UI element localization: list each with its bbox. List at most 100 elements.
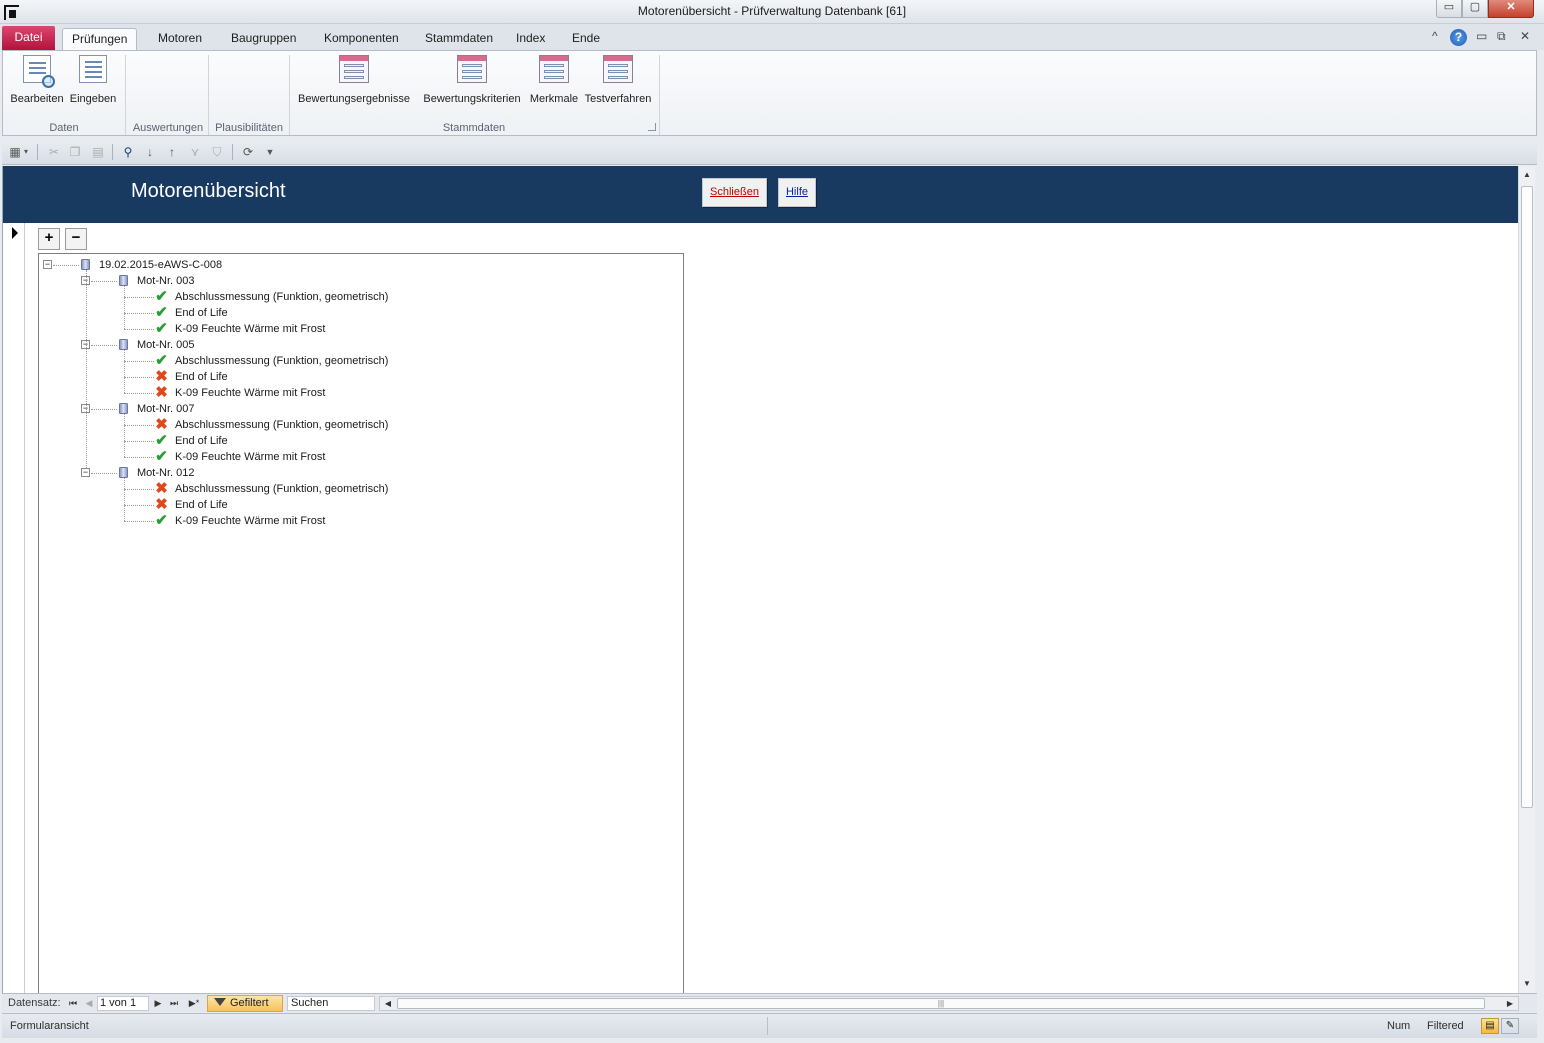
tree-connector xyxy=(124,521,154,522)
new-record-icon[interactable]: ▶* xyxy=(185,996,203,1010)
merkmale-button[interactable]: Merkmale xyxy=(527,55,581,105)
motor-node[interactable]: − Mot-Nr. 012 xyxy=(39,465,639,481)
cross-icon: ✖ xyxy=(155,384,168,401)
test-label: K-09 Feuchte Wärme mit Frost xyxy=(175,451,326,463)
scroll-up-icon[interactable]: ▲ xyxy=(1520,168,1534,182)
sort-ascending-icon[interactable]: ↓ xyxy=(142,144,158,160)
bewertungskriterien-button[interactable]: Bewertungskriterien xyxy=(417,55,527,105)
scroll-down-icon[interactable]: ▼ xyxy=(1520,977,1534,991)
filter-selection-icon[interactable]: ⋎ xyxy=(187,144,203,160)
test-node[interactable]: ✔ K-09 Feuchte Wärme mit Frost xyxy=(39,449,639,465)
collapse-node-icon[interactable]: − xyxy=(81,468,90,477)
test-node[interactable]: ✔ End of Life xyxy=(39,305,639,321)
previous-record-icon[interactable]: ◀ xyxy=(83,996,95,1010)
minimize-icon[interactable]: ▭ xyxy=(1476,29,1487,43)
dialog-launcher-icon[interactable] xyxy=(648,123,656,131)
tab-ende[interactable]: Ende xyxy=(563,28,609,50)
scroll-left-icon[interactable]: ◀ xyxy=(381,997,395,1010)
bearbeiten-button[interactable]: Bearbeiten xyxy=(7,55,67,105)
tree-connector xyxy=(124,350,125,393)
test-node[interactable]: ✖ Abschlussmessung (Funktion, geometrisch… xyxy=(39,481,639,497)
record-position-field[interactable]: 1 von 1 xyxy=(97,996,149,1011)
tab-pruefungen[interactable]: Prüfungen xyxy=(62,28,138,50)
record-label: Datensatz: xyxy=(8,997,61,1009)
test-node[interactable]: ✔ End of Life xyxy=(39,433,639,449)
motor-node[interactable]: − Mot-Nr. 005 xyxy=(39,337,639,353)
tab-stammdaten[interactable]: Stammdaten xyxy=(416,28,502,50)
refresh-icon[interactable]: ⟳ xyxy=(240,144,256,160)
tree-root-row[interactable]: − 19.02.2015-eAWS-C-008 xyxy=(39,257,639,273)
checkmark-icon: ✔ xyxy=(155,304,168,321)
copy-icon[interactable]: ❐ xyxy=(67,144,83,160)
test-label: K-09 Feuchte Wärme mit Frost xyxy=(175,387,326,399)
test-label: Abschlussmessung (Funktion, geometrisch) xyxy=(175,483,389,495)
cross-icon: ✖ xyxy=(155,496,168,513)
filter-icon xyxy=(214,998,226,1006)
tree-view[interactable]: −19.02.2015-eAWS-C-008− Mot-Nr. 003 ✔ Absch… xyxy=(38,253,684,998)
tab-index[interactable]: Index xyxy=(507,28,554,50)
help-button[interactable]: Hilfe xyxy=(778,178,816,207)
motor-label: Mot-Nr. 003 xyxy=(137,275,195,287)
find-icon[interactable]: ⚲ xyxy=(120,144,136,160)
motor-node[interactable]: − Mot-Nr. 007 xyxy=(39,401,639,417)
dropdown-icon[interactable]: ▾ xyxy=(21,144,31,160)
database-icon xyxy=(119,403,128,414)
tree-connector xyxy=(124,441,154,442)
first-record-icon[interactable]: ⏮ xyxy=(67,996,79,1010)
tab-komponenten[interactable]: Komponenten xyxy=(315,28,408,50)
paste-icon[interactable]: ▤ xyxy=(90,144,106,160)
testverfahren-button[interactable]: Testverfahren xyxy=(581,55,655,105)
search-input[interactable]: Suchen xyxy=(287,996,375,1011)
eingeben-button[interactable]: Eingeben xyxy=(67,55,119,105)
test-node[interactable]: ✔ Abschlussmessung (Funktion, geometrisch… xyxy=(39,289,639,305)
bewertungskriterien-label: Bewertungskriterien xyxy=(423,93,521,105)
collapse-all-button[interactable]: − xyxy=(65,228,87,250)
filter-toggle-button[interactable]: Gefiltert xyxy=(207,995,283,1012)
window-minimize-button[interactable]: ▭ xyxy=(1436,0,1462,18)
bewertungsergebnisse-button[interactable]: Bewertungsergebnisse xyxy=(293,55,415,105)
quick-access-toolbar: ▦ ▾ ✂ ❐ ▤ ⚲ ↓ ↑ ⋎ ⛉ ⟳ ▼ xyxy=(2,140,1537,165)
help-icon[interactable]: ? xyxy=(1450,29,1467,46)
next-record-icon[interactable]: ▶ xyxy=(152,996,164,1010)
customize-icon[interactable]: ▼ xyxy=(262,144,278,160)
record-selector[interactable] xyxy=(3,223,25,993)
ribbon-tab-bar: Datei Prüfungen Motoren Baugruppen Kompo… xyxy=(0,24,1544,50)
motor-label: Mot-Nr. 012 xyxy=(137,467,195,479)
filter-icon[interactable]: ⛉ xyxy=(209,144,225,160)
test-node[interactable]: ✖ K-09 Feuchte Wärme mit Frost xyxy=(39,385,639,401)
tab-baugruppen[interactable]: Baugruppen xyxy=(222,28,305,50)
horizontal-scroll-thumb[interactable]: ||| xyxy=(397,998,1485,1009)
window-maximize-button[interactable]: ▢ xyxy=(1462,0,1488,18)
test-node[interactable]: ✖ End of Life xyxy=(39,369,639,385)
scroll-thumb[interactable] xyxy=(1521,186,1533,808)
tree-root-label: 19.02.2015-eAWS-C-008 xyxy=(99,259,223,271)
close-form-button[interactable]: Schließen xyxy=(702,178,767,207)
checkmark-icon: ✔ xyxy=(155,512,168,529)
test-node[interactable]: ✖ Abschlussmessung (Funktion, geometrisch… xyxy=(39,417,639,433)
test-node[interactable]: ✖ End of Life xyxy=(39,497,639,513)
sort-descending-icon[interactable]: ↑ xyxy=(164,144,180,160)
tab-motoren[interactable]: Motoren xyxy=(149,28,211,50)
restore-icon[interactable]: ⧉ xyxy=(1497,29,1506,44)
form-view-icon[interactable]: ▤ xyxy=(1481,1018,1499,1034)
cut-icon[interactable]: ✂ xyxy=(46,144,62,160)
checkmark-icon: ✔ xyxy=(155,352,168,369)
collapse-node-icon[interactable]: − xyxy=(43,260,52,269)
tab-datei[interactable]: Datei xyxy=(2,26,55,50)
close-icon[interactable]: ✕ xyxy=(1520,29,1530,43)
scroll-right-icon[interactable]: ▶ xyxy=(1503,997,1517,1010)
test-node[interactable]: ✔ Abschlussmessung (Funktion, geometrisch… xyxy=(39,353,639,369)
tree-connector xyxy=(124,329,154,330)
expand-all-button[interactable]: + xyxy=(38,228,60,250)
last-record-icon[interactable]: ⏭ xyxy=(168,996,180,1010)
test-node[interactable]: ✔ K-09 Feuchte Wärme mit Frost xyxy=(39,513,639,529)
vertical-scrollbar[interactable]: ▲ ▼ xyxy=(1518,166,1535,993)
tree-connector xyxy=(124,478,125,521)
test-node[interactable]: ✔ K-09 Feuchte Wärme mit Frost xyxy=(39,321,639,337)
motor-node[interactable]: − Mot-Nr. 003 xyxy=(39,273,639,289)
collapse-ribbon-icon[interactable]: ^ xyxy=(1432,29,1438,43)
horizontal-scrollbar[interactable]: ◀ ||| ▶ xyxy=(379,996,1519,1011)
current-record-icon xyxy=(12,227,18,239)
window-close-button[interactable]: ✕ xyxy=(1488,0,1534,18)
design-view-icon[interactable]: ✎ xyxy=(1501,1018,1519,1034)
